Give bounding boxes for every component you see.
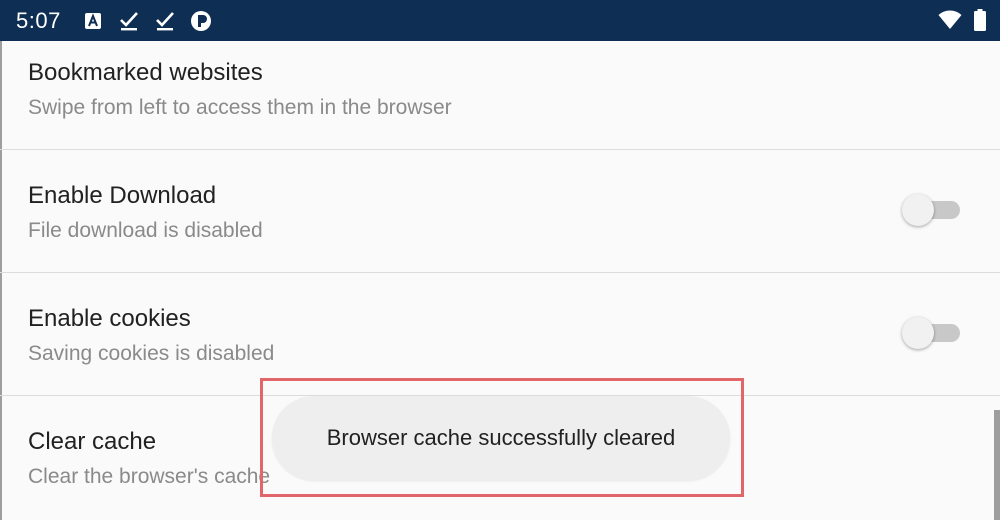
setting-summary: Swipe from left to access them in the br… [28,96,452,119]
setting-summary: Saving cookies is disabled [28,342,275,365]
setting-bookmarked-websites[interactable]: Bookmarked websites Swipe from left to a… [0,41,1000,150]
setting-title: Enable cookies [28,305,191,332]
status-time: 5:07 [16,8,61,33]
battery-icon [974,9,986,31]
switch-thumb [902,317,934,349]
app-icon [191,11,211,31]
notification-icons [82,10,212,32]
setting-title: Bookmarked websites [28,59,263,86]
download-toggle-switch[interactable] [902,191,960,227]
cookies-toggle-switch[interactable] [902,314,960,350]
setting-summary: Clear the browser's cache [28,465,271,488]
setting-summary: File download is disabled [28,219,263,242]
system-icons [938,9,986,31]
a-icon [85,13,101,29]
scrollbar[interactable] [994,410,1000,520]
highlight-box [260,378,744,497]
status-bar: 5:07 [0,0,1000,41]
setting-enable-download[interactable]: Enable Download File download is disable… [0,150,1000,273]
screen: 5:07 Bookmarked websites Swipe from left… [0,0,1000,520]
check-icon [120,12,138,31]
switch-thumb [902,194,934,226]
check-icon [156,12,174,31]
wifi-icon [938,10,962,29]
setting-title: Clear cache [28,428,157,455]
setting-title: Enable Download [28,182,217,209]
